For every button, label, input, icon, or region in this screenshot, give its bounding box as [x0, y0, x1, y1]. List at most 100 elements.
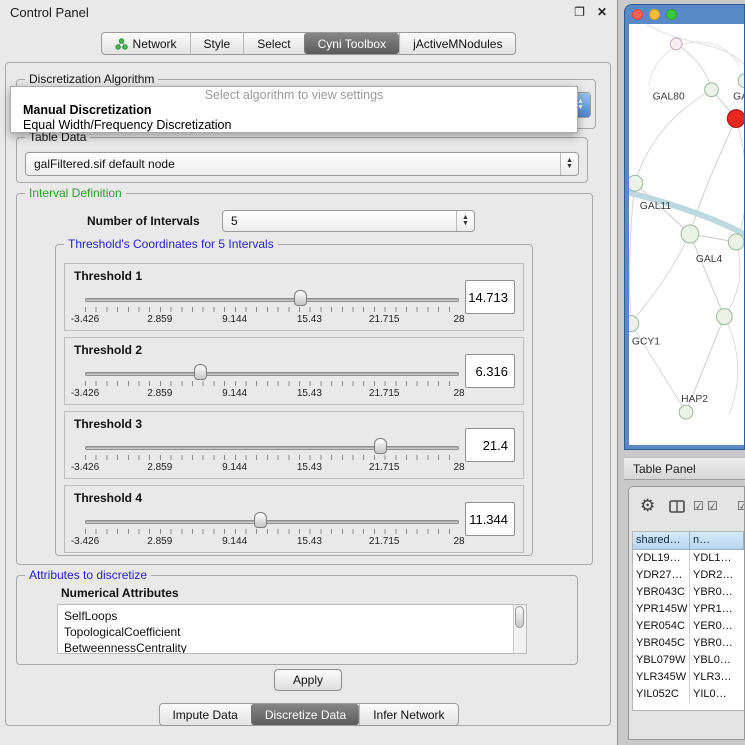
table-header-row: shared… n…: [633, 532, 744, 550]
number-of-intervals-label: Number of Intervals: [87, 214, 200, 228]
dropdown-item-equal-width-frequency[interactable]: Equal Width/Frequency Discretization: [11, 118, 577, 133]
tab-infer-network-label: Infer Network: [373, 708, 444, 722]
table-data-combobox[interactable]: galFiltered.sif default node ▲▼: [25, 152, 579, 176]
column-header-name[interactable]: n…: [690, 532, 744, 549]
interval-definition-group: Interval Definition Number of Intervals …: [16, 193, 593, 565]
table-row[interactable]: YBR043CYBR0…: [633, 584, 744, 601]
scrollbar-thumb[interactable]: [515, 606, 524, 628]
table-row[interactable]: YDR27…YDR2…: [633, 567, 744, 584]
slider-thumb[interactable]: [294, 290, 307, 306]
threshold-1-panel: Threshold 1 -3.4262.8599.14415.4321.7152…: [64, 263, 524, 331]
table-toolbar: ⚙ ☑ ☑ ☑: [629, 487, 744, 529]
slider-thumb[interactable]: [194, 364, 207, 380]
columns-icon[interactable]: [669, 500, 685, 516]
slider-scale: -3.4262.8599.14415.4321.71528: [85, 462, 459, 474]
threshold-1-slider[interactable]: -3.4262.8599.14415.4321.71528: [85, 264, 459, 332]
slider-thumb[interactable]: [254, 512, 267, 528]
slider-track[interactable]: [85, 372, 459, 376]
zoom-traffic-light[interactable]: [666, 9, 677, 20]
threshold-2-panel: Threshold 2 -3.4262.8599.14415.4321.7152…: [64, 337, 524, 405]
attributes-to-discretize-group: Attributes to discretize Numerical Attri…: [16, 575, 578, 665]
threshold-3-value-field[interactable]: [465, 428, 515, 462]
table-data-combobox-value: galFiltered.sif default node: [26, 157, 560, 171]
tab-network[interactable]: Network: [102, 33, 190, 54]
table-row[interactable]: YBR045CYBR0…: [633, 635, 744, 652]
slider-track[interactable]: [85, 446, 459, 450]
gear-icon[interactable]: ⚙: [640, 496, 655, 516]
select-checkbox-icon[interactable]: ☑: [707, 499, 718, 513]
float-panel-icon[interactable]: ❐: [574, 5, 585, 19]
slider-thumb[interactable]: [374, 438, 387, 454]
slider-track[interactable]: [85, 298, 459, 302]
tab-cyni-toolbox[interactable]: Cyni Toolbox: [304, 33, 399, 54]
discretization-algorithm-group-title: Discretization Algorithm: [25, 72, 158, 86]
threshold-2-slider[interactable]: -3.4262.8599.14415.4321.71528: [85, 338, 459, 406]
threshold-3-slider[interactable]: -3.4262.8599.14415.4321.71528: [85, 412, 459, 480]
interval-definition-group-title: Interval Definition: [25, 186, 126, 200]
threshold-4-value-field[interactable]: [465, 502, 515, 536]
slider-scale: -3.4262.8599.14415.4321.71528: [85, 388, 459, 400]
tab-impute-data-label: Impute Data: [172, 708, 237, 722]
svg-text:HAP2: HAP2: [681, 394, 708, 405]
cyni-toolbox-panel: Discretization Algorithm ▲▼ Table Data g…: [5, 62, 611, 726]
svg-text:GAL80: GAL80: [653, 92, 685, 103]
column-header-shared-name[interactable]: shared…: [633, 532, 690, 549]
close-traffic-light[interactable]: [632, 9, 643, 20]
slider-ticks: [85, 529, 459, 534]
vertical-scrollbar[interactable]: [513, 605, 526, 653]
table-row[interactable]: YIL052CYIL0…: [633, 686, 744, 703]
network-window-titlebar: [625, 5, 744, 24]
tab-jactivemnodules[interactable]: jActiveMNodules: [399, 33, 515, 54]
table-row[interactable]: YPR145WYPR1…: [633, 601, 744, 618]
node-table: shared… n… YDL19…YDL1… YDR27…YDR2… YBR04…: [632, 531, 744, 711]
threshold-2-value-field[interactable]: [465, 354, 515, 388]
network-tab-icon: [115, 38, 128, 50]
tab-style-label: Style: [204, 37, 231, 51]
attributes-group-title: Attributes to discretize: [25, 568, 151, 582]
select-all-checkbox-icon[interactable]: ☑: [693, 499, 704, 513]
tab-discretize-data-label: Discretize Data: [265, 708, 346, 722]
number-of-intervals-combobox[interactable]: 5 ▲▼: [222, 210, 475, 232]
tab-infer-network[interactable]: Infer Network: [359, 704, 457, 725]
table-row[interactable]: YDL19…YDL1…: [633, 550, 744, 567]
network-canvas[interactable]: GAL80GAGAL11GAL4GCY1HAP2: [629, 24, 744, 445]
tab-impute-data[interactable]: Impute Data: [159, 704, 250, 725]
combo-arrows-icon[interactable]: ▲▼: [456, 211, 474, 231]
minimize-traffic-light[interactable]: [649, 9, 660, 20]
tab-discretize-data[interactable]: Discretize Data: [251, 704, 359, 725]
svg-text:GCY1: GCY1: [632, 336, 660, 347]
list-item[interactable]: SelfLoops: [58, 608, 526, 624]
control-panel-window: Control Panel ❐ ✕ Network Style Select C…: [0, 0, 618, 745]
thresholds-group: Threshold's Coordinates for 5 Intervals …: [55, 244, 533, 556]
thresholds-group-title: Threshold's Coordinates for 5 Intervals: [64, 237, 278, 251]
network-graph[interactable]: GAL80GAGAL11GAL4GCY1HAP2: [629, 24, 744, 445]
combo-arrows-icon[interactable]: ▲▼: [560, 153, 578, 175]
network-view-window: GAL80GAGAL11GAL4GCY1HAP2: [624, 4, 745, 450]
tab-select[interactable]: Select: [243, 33, 303, 54]
close-icon[interactable]: ✕: [597, 5, 607, 19]
svg-text:GA: GA: [733, 92, 744, 103]
number-of-intervals-value: 5: [223, 214, 456, 228]
list-item[interactable]: BetweennessCentrality: [58, 640, 526, 654]
threshold-1-value-field[interactable]: [465, 280, 515, 314]
slider-ticks: [85, 307, 459, 312]
function-checkbox-icon[interactable]: ☑: [737, 499, 745, 513]
threshold-4-slider[interactable]: -3.4262.8599.14415.4321.71528: [85, 486, 459, 554]
list-item[interactable]: TopologicalCoefficient: [58, 624, 526, 640]
slider-scale: -3.4262.8599.14415.4321.71528: [85, 314, 459, 326]
algorithm-dropdown-popup: Select algorithm to view settings Manual…: [10, 86, 578, 133]
table-row[interactable]: YER054CYER0…: [633, 618, 744, 635]
apply-button[interactable]: Apply: [274, 669, 342, 691]
svg-text:GAL11: GAL11: [640, 201, 672, 212]
tab-style[interactable]: Style: [190, 33, 244, 54]
slider-scale: -3.4262.8599.14415.4321.71528: [85, 536, 459, 548]
table-row[interactable]: YLR345WYLR3…: [633, 669, 744, 686]
numerical-attributes-label: Numerical Attributes: [61, 586, 179, 600]
control-panel-titlebar: Control Panel ❐ ✕: [0, 0, 617, 24]
slider-track[interactable]: [85, 520, 459, 524]
dropdown-item-manual-discretization[interactable]: Manual Discretization: [11, 103, 577, 118]
dropdown-placeholder: Select algorithm to view settings: [11, 88, 577, 103]
table-data-group: Table Data galFiltered.sif default node …: [16, 137, 588, 183]
tab-cyni-toolbox-label: Cyni Toolbox: [318, 37, 386, 51]
table-row[interactable]: YBL079WYBL0…: [633, 652, 744, 669]
